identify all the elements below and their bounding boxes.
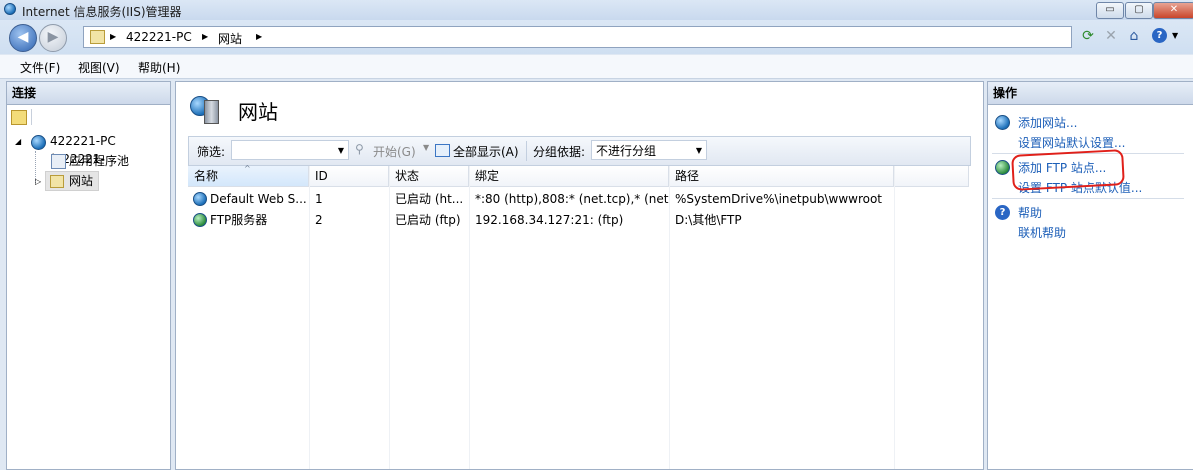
site-name: Default Web S... — [210, 192, 307, 206]
menu-help[interactable]: 帮助(H) — [138, 59, 180, 76]
site-id: 2 — [315, 213, 323, 227]
help-icon: ? — [995, 205, 1010, 220]
column-header-filler — [894, 166, 969, 187]
breadcrumb-sites[interactable]: 网站 — [218, 30, 242, 47]
window-title: Internet 信息服务(IIS)管理器 — [22, 5, 182, 19]
menu-bar: 文件(F) 视图(V) 帮助(H) — [0, 55, 1193, 79]
sites-panel: 网站 筛选: ▼ ⚲ 开始(G) ▼ 全部显示(A) 分组依据: 不进行分组 ▼… — [175, 81, 984, 470]
site-path: %SystemDrive%\inetpub\wwwroot — [675, 192, 882, 206]
forward-button[interactable]: ▶ — [39, 24, 67, 52]
sites-folder-icon — [50, 175, 64, 188]
refresh-icon[interactable]: ⟳ — [1078, 26, 1098, 46]
add-site-icon — [995, 115, 1010, 130]
site-path: D:\其他\FTP — [675, 213, 742, 227]
title-bar: Internet 信息服务(IIS)管理器 ▭ ▢ ✕ — [0, 0, 1193, 20]
tree-server[interactable]: 422221-PC (422221- — [50, 132, 170, 166]
group-by-select[interactable]: 不进行分组 ▼ — [591, 140, 707, 160]
filter-toolbar: 筛选: ▼ ⚲ 开始(G) ▼ 全部显示(A) 分组依据: 不进行分组 ▼ — [188, 136, 971, 166]
page-title: 网站 — [238, 100, 278, 124]
table-row[interactable]: FTP服务器 2 已启动 (ftp) 192.168.34.127:21: (f… — [188, 210, 969, 230]
toolbar-divider — [31, 109, 32, 125]
column-header-binding[interactable]: 绑定 — [469, 166, 669, 187]
site-binding: *:80 (http),808:* (net.tcp),* (net.... — [475, 192, 669, 206]
back-button[interactable]: ◀ — [9, 24, 37, 52]
tree-sites[interactable]: 网站 — [69, 172, 93, 190]
address-bar[interactable]: ▶ 422221-PC ▶ 网站 ▶ — [83, 26, 1072, 48]
iis-app-icon — [4, 3, 18, 17]
binoculars-icon: ⚲ — [355, 142, 364, 156]
collapse-toggle-icon[interactable]: ▷ — [35, 173, 41, 191]
sort-ascending-icon: ^ — [244, 164, 251, 173]
dropdown-arrow-icon: ▼ — [337, 146, 344, 155]
maximize-button[interactable]: ▢ — [1125, 2, 1153, 19]
actions-header: 操作 — [988, 82, 1193, 105]
column-header-path[interactable]: 路径 — [669, 166, 894, 187]
group-by-label: 分组依据: — [533, 145, 586, 159]
connections-pane: 连接 ◢ 422221-PC (422221- 应用程序池 ▷ 网站 — [6, 81, 171, 470]
actions-pane: 操作 添加网站... 设置网站默认设置... 添加 FTP 站点... 设置 F… — [987, 81, 1193, 470]
annotation-highlight — [1011, 149, 1125, 191]
filter-label: 筛选: — [197, 145, 226, 159]
toolbar-divider — [526, 141, 527, 161]
breadcrumb-server[interactable]: 422221-PC — [126, 30, 192, 44]
online-help-link[interactable]: 联机帮助 — [1018, 224, 1066, 241]
site-name: FTP服务器 — [210, 213, 268, 227]
column-header-name[interactable]: 名称 ^ — [188, 164, 309, 187]
group-by-value: 不进行分组 — [596, 144, 657, 158]
stop-icon[interactable]: ✕ — [1101, 26, 1121, 46]
column-header-status[interactable]: 状态 — [389, 166, 469, 187]
home-icon[interactable]: ⌂ — [1124, 26, 1144, 46]
new-connection-icon[interactable] — [11, 110, 27, 125]
menu-file[interactable]: 文件(F) — [20, 59, 60, 76]
sites-feature-icon — [190, 94, 220, 124]
site-id: 1 — [315, 192, 323, 206]
show-all-icon — [435, 144, 450, 157]
breadcrumb-separator-icon: ▶ — [256, 32, 263, 41]
start-filter-button[interactable]: 开始(G) — [373, 143, 416, 160]
menu-view[interactable]: 视图(V) — [78, 59, 120, 76]
start-dropdown-icon[interactable]: ▼ — [423, 143, 429, 152]
add-site-link[interactable]: 添加网站... — [1018, 114, 1077, 131]
filter-input[interactable]: ▼ — [231, 140, 349, 160]
tree-app-pools[interactable]: 应用程序池 — [69, 152, 129, 170]
site-status: 已启动 (ht... — [395, 192, 464, 206]
site-binding: 192.168.34.127:21: (ftp) — [475, 213, 624, 227]
section-divider — [992, 198, 1184, 199]
add-ftp-icon — [995, 160, 1010, 175]
table-row[interactable]: Default Web S... 1 已启动 (ht... *:80 (http… — [188, 189, 969, 209]
help-dropdown-icon[interactable]: ? ▼ — [1152, 26, 1178, 46]
server-node-icon — [90, 30, 105, 44]
expand-toggle-icon[interactable]: ◢ — [15, 133, 21, 151]
server-icon — [31, 135, 46, 150]
site-defaults-link[interactable]: 设置网站默认设置... — [1018, 134, 1125, 151]
minimize-button[interactable]: ▭ — [1096, 2, 1124, 19]
app-pool-icon — [51, 154, 66, 169]
breadcrumb-separator-icon: ▶ — [110, 32, 117, 41]
help-link[interactable]: 帮助 — [1018, 204, 1042, 221]
close-button[interactable]: ✕ — [1153, 2, 1193, 19]
site-status: 已启动 (ftp) — [395, 213, 461, 227]
show-all-button[interactable]: 全部显示(A) — [453, 143, 519, 160]
navigation-bar: ◀ ▶ ▶ 422221-PC ▶ 网站 ▶ ⟳ ✕ ⌂ ? ▼ — [0, 20, 1193, 54]
column-header-id[interactable]: ID — [309, 166, 389, 187]
connections-header: 连接 — [7, 82, 170, 105]
dropdown-arrow-icon: ▼ — [695, 146, 702, 155]
breadcrumb-separator-icon: ▶ — [202, 32, 209, 41]
